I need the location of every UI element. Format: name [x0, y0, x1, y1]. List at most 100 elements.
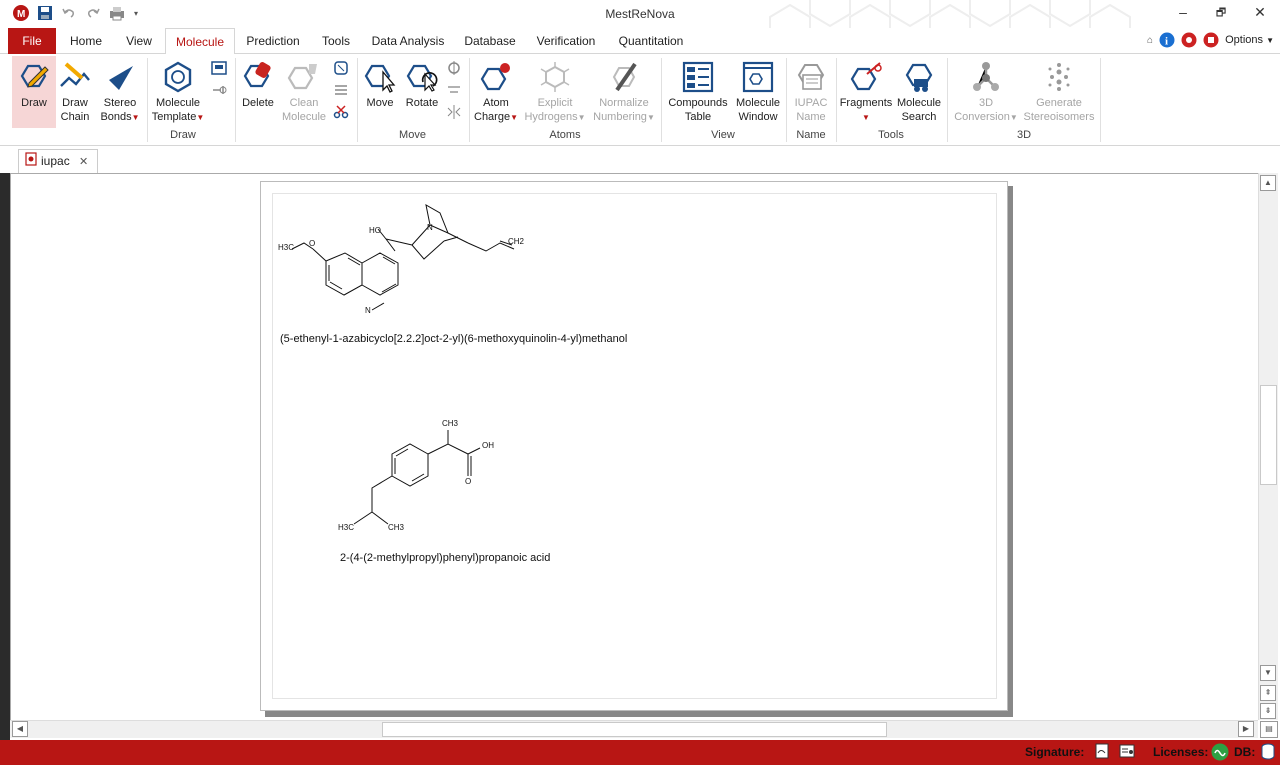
license-ok-icon[interactable]: [1211, 743, 1229, 764]
compounds-table-button[interactable]: Compounds Table: [664, 56, 732, 128]
tab-prediction[interactable]: Prediction: [240, 28, 306, 54]
scroll-left-icon[interactable]: ◀: [12, 721, 28, 737]
tab-quantitation[interactable]: Quantitation: [611, 28, 691, 54]
compounds-table-label-2: Table: [684, 111, 712, 123]
tab-view[interactable]: View: [116, 28, 162, 54]
atom-label-o: O: [465, 477, 471, 486]
atom-label-ch3-top: CH3: [442, 419, 459, 428]
scroll-down-icon[interactable]: ▼: [1260, 665, 1276, 681]
move-cursor-icon: [360, 56, 400, 96]
normalize-numbering-button[interactable]: Normalize Numbering▼: [590, 56, 658, 128]
molecule-search-label-1: Molecule: [896, 97, 942, 109]
view-layout-icon[interactable]: ▤: [1260, 721, 1278, 738]
draw-chain-button[interactable]: Draw Chain: [56, 56, 94, 128]
small-icon-flip[interactable]: [446, 60, 464, 78]
left-window-edge: [0, 173, 10, 740]
licenses-label: Licenses:: [1153, 745, 1209, 759]
clean-molecule-button[interactable]: Clean Molecule: [280, 56, 328, 128]
info-icon[interactable]: i: [1159, 32, 1175, 48]
vertical-scroll-thumb[interactable]: [1260, 385, 1277, 485]
group-label-atoms: Atoms: [549, 129, 581, 141]
delete-button[interactable]: Delete: [238, 56, 278, 128]
template-small-icon-2[interactable]: [211, 82, 229, 100]
document-tab-close-icon[interactable]: ✕: [79, 156, 88, 168]
page-down-icon[interactable]: ⇟: [1260, 703, 1276, 719]
fragments-button[interactable]: Fragments ▼: [839, 56, 893, 128]
explicit-hydrogens-button[interactable]: Explicit Hydrogens▼: [524, 56, 586, 128]
small-icon-mirror[interactable]: [446, 104, 464, 122]
separator: [786, 58, 787, 142]
document-icon: [25, 151, 37, 173]
compounds-table-label-1: Compounds: [668, 97, 728, 109]
tab-home[interactable]: Home: [62, 28, 110, 54]
template-small-icon-1[interactable]: [211, 60, 229, 78]
tab-verification[interactable]: Verification: [530, 28, 602, 54]
molecule-template-label-2: Template: [151, 111, 197, 123]
draw-button[interactable]: Draw: [12, 56, 56, 128]
tab-tools[interactable]: Tools: [314, 28, 358, 54]
restore-button[interactable]: 🗗: [1206, 4, 1236, 22]
tab-molecule[interactable]: Molecule: [165, 28, 235, 55]
vertical-scrollbar[interactable]: ▲ ▼ ⇞ ⇟: [1258, 173, 1278, 720]
group-label-3d: 3D: [1016, 129, 1032, 141]
certificate-icon[interactable]: [1119, 743, 1135, 762]
close-button[interactable]: ✕: [1245, 4, 1275, 22]
atom-charge-button[interactable]: Atom Charge▼: [472, 56, 520, 128]
options-label: Options: [1225, 34, 1264, 46]
molecule-2-name[interactable]: 2-(4-(2-methylpropyl)phenyl)propanoic ac…: [340, 552, 550, 564]
normalize-numbering-label-2: Numbering: [593, 111, 647, 123]
clean-molecule-label-2: Molecule: [281, 111, 327, 123]
fragments-icon: [839, 56, 893, 96]
dropdown-arrow-icon: ▼: [862, 113, 870, 122]
horizontal-scrollbar[interactable]: ◀ ▶: [10, 720, 1258, 738]
atom-label-ho: HO: [369, 226, 381, 235]
conversion-3d-button[interactable]: 3D Conversion▼: [952, 56, 1020, 128]
stereoisomers-icon: [1022, 56, 1096, 96]
small-icon-select[interactable]: [333, 60, 351, 78]
explicit-hydrogens-label-2: Hydrogens: [524, 111, 578, 123]
options-menu[interactable]: Options ▼: [1225, 34, 1274, 46]
eraser-icon: [238, 56, 278, 96]
molecule-template-label-1: Molecule: [155, 97, 201, 109]
atom-charge-label-1: Atom: [483, 97, 509, 109]
generate-stereoisomers-button[interactable]: Generate Stereoisomers: [1022, 56, 1096, 128]
separator: [836, 58, 837, 142]
rotate-button[interactable]: Rotate: [402, 56, 442, 128]
atom-label-h3c: H3C: [278, 243, 294, 252]
molecule-1-structure[interactable]: H3C O HO N CH2 N: [272, 193, 592, 333]
document-tab-iupac[interactable]: iupac ✕: [18, 149, 98, 173]
molecule-template-button[interactable]: Molecule Template▼: [150, 56, 206, 128]
group-label-move: Move: [399, 129, 426, 141]
normalize-numbering-label-1: Normalize: [599, 97, 649, 109]
tab-data-analysis[interactable]: Data Analysis: [366, 28, 450, 54]
signature-icon[interactable]: [1095, 743, 1109, 762]
page-up-icon[interactable]: ⇞: [1260, 685, 1276, 701]
collapse-ribbon-icon[interactable]: ⌂: [1147, 35, 1153, 46]
settings-gear-icon[interactable]: [1181, 32, 1197, 48]
molecule-search-button[interactable]: Molecule Search: [895, 56, 943, 128]
tab-database[interactable]: Database: [459, 28, 521, 54]
molecule-window-label-1: Molecule: [735, 97, 781, 109]
database-icon[interactable]: [1260, 743, 1276, 764]
stop-icon[interactable]: [1203, 32, 1219, 48]
minimize-button[interactable]: –: [1168, 4, 1198, 22]
pencil-hexagon-icon: [12, 56, 56, 96]
broom-hexagon-icon: [280, 56, 328, 96]
move-button[interactable]: Move: [360, 56, 400, 128]
small-icon-align[interactable]: [446, 82, 464, 100]
scroll-up-icon[interactable]: ▲: [1260, 175, 1276, 191]
iupac-name-button[interactable]: IUPAC Name: [789, 56, 833, 128]
molecule-1-name[interactable]: (5-ethenyl-1-azabicyclo[2.2.2]oct-2-yl)(…: [280, 333, 627, 345]
small-icon-scissors[interactable]: [333, 104, 351, 122]
molecule-2-structure[interactable]: CH3 OH O H3C CH3: [330, 408, 530, 543]
molecule-window-button[interactable]: Molecule Window: [734, 56, 782, 128]
options-chevron-icon: ▼: [1266, 35, 1274, 45]
horizontal-scroll-thumb[interactable]: [382, 722, 887, 737]
ball-stick-3d-icon: [952, 56, 1020, 96]
atom-label-n-bridgehead: N: [427, 223, 433, 232]
small-icon-grid[interactable]: [333, 82, 351, 100]
stereo-bonds-button[interactable]: Stereo Bonds▼: [98, 56, 142, 128]
scroll-right-icon[interactable]: ▶: [1238, 721, 1254, 737]
ribbon-right-controls: ⌂ i Options ▼: [1147, 32, 1274, 48]
tab-file[interactable]: File: [8, 28, 56, 54]
